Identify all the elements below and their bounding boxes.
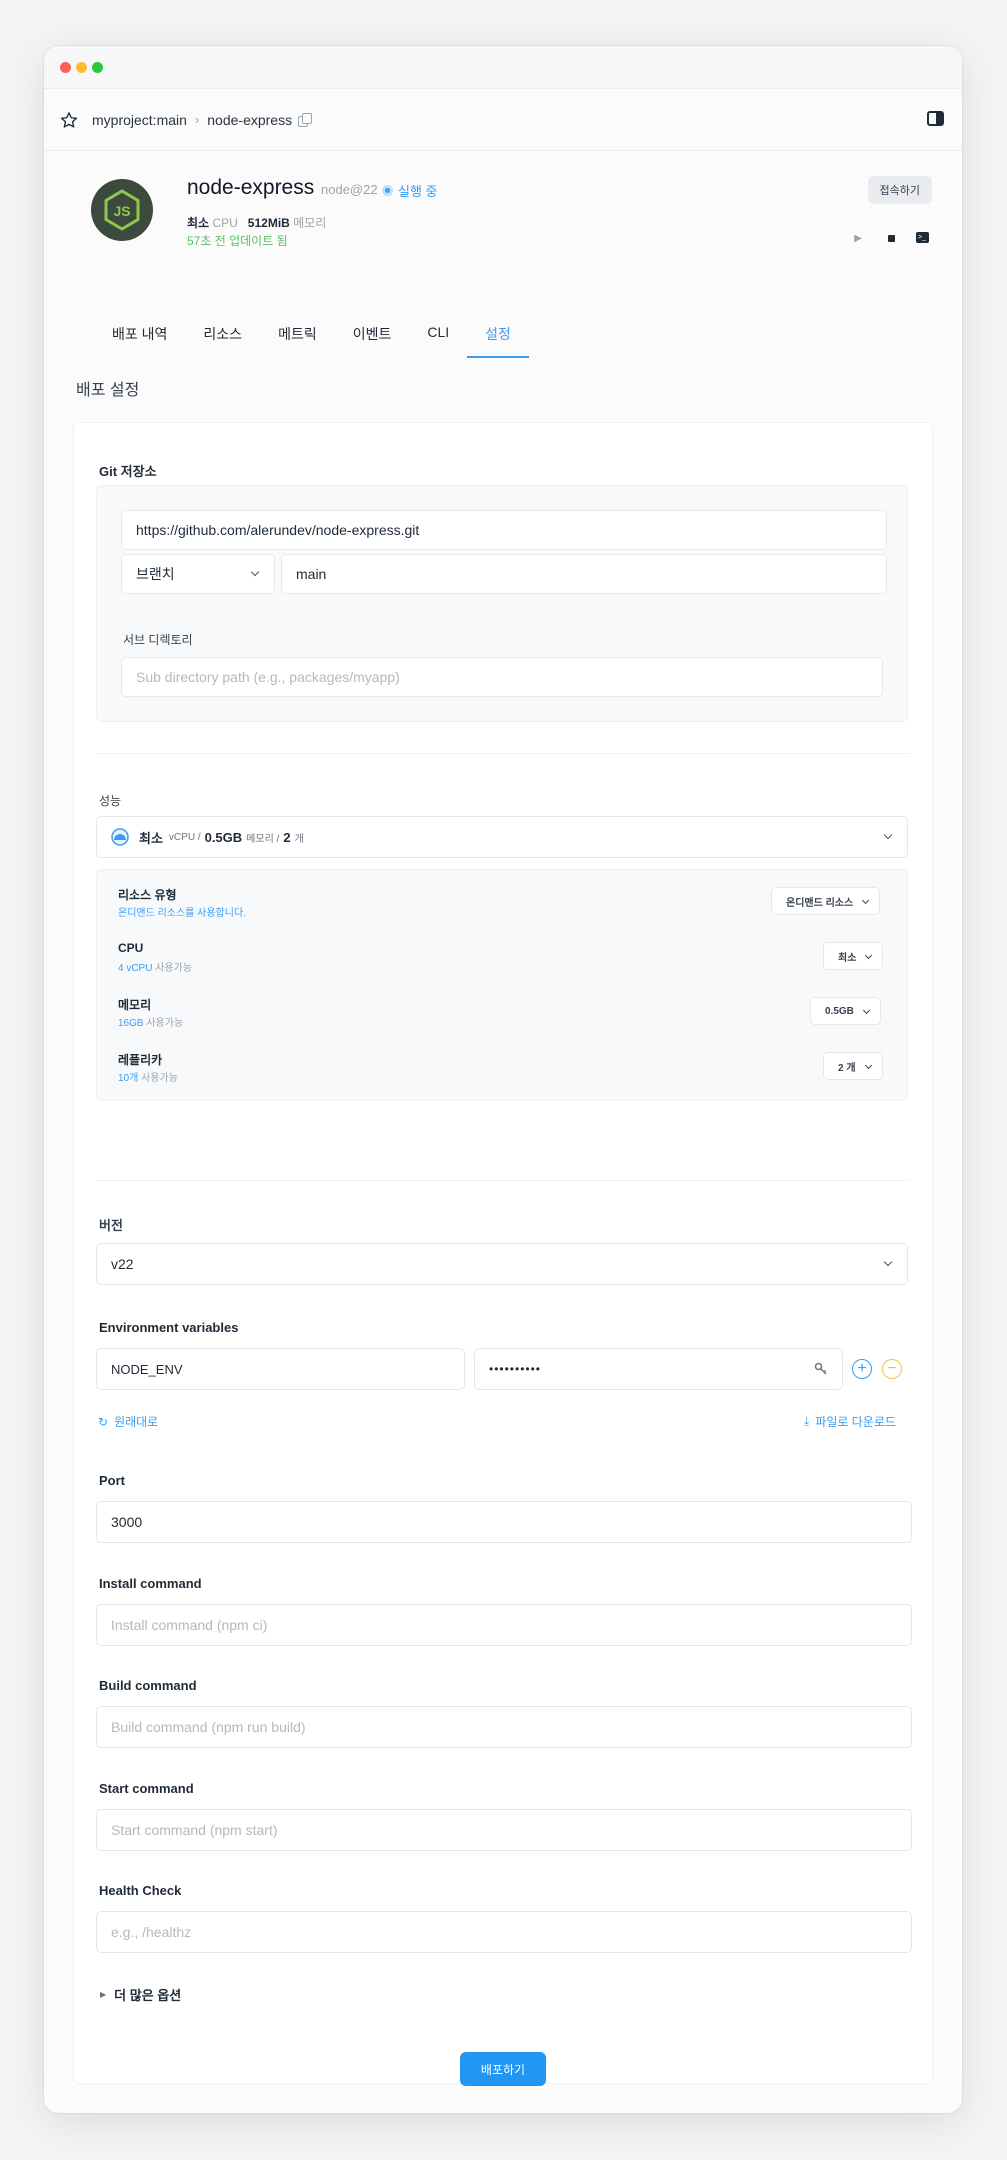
resource-type-desc: 온디맨드 리소스를 사용합니다.	[118, 908, 246, 919]
top-bar: myproject:main › node-express	[44, 89, 962, 151]
health-check-label: Health Check	[99, 1883, 182, 1898]
terminal-icon[interactable]: >_	[916, 232, 929, 243]
env-value-input[interactable]: ••••••••••	[474, 1348, 843, 1390]
gauge-icon	[111, 828, 129, 846]
replica-select[interactable]: 2 개	[823, 1052, 883, 1080]
divider	[96, 1180, 910, 1181]
status-badge: 실행 중	[382, 181, 438, 200]
breadcrumb-separator: ›	[194, 112, 200, 127]
git-label: Git 저장소	[99, 464, 157, 479]
version-select[interactable]: v22	[96, 1243, 908, 1285]
breadcrumb-service: node-express	[207, 111, 293, 128]
deploy-button[interactable]: 배포하기	[460, 2052, 546, 2086]
chevron-down-icon	[883, 830, 893, 840]
stop-icon[interactable]	[888, 235, 895, 242]
memory-label: 메모리	[118, 998, 152, 1012]
branch-input[interactable]: main	[281, 554, 887, 594]
port-input[interactable]: 3000	[96, 1501, 912, 1543]
tab-deploy-history[interactable]: 배포 내역	[94, 324, 185, 356]
env-key-input[interactable]: NODE_ENV	[96, 1348, 465, 1390]
download-env-button[interactable]: ⤓ 파일로 다운로드	[804, 1413, 896, 1430]
subdir-input[interactable]: Sub directory path (e.g., packages/myapp…	[121, 657, 883, 697]
build-label: Build command	[99, 1678, 197, 1693]
runtime-version: node@22	[321, 182, 378, 197]
more-options-toggle[interactable]: ▶ 더 많은 옵션	[100, 1985, 181, 2004]
subdir-label: 서브 디렉토리	[123, 633, 193, 647]
health-check-input[interactable]: e.g., /healthz	[96, 1911, 912, 1953]
memory-available: 16GB 사용가능	[118, 1018, 184, 1029]
cpu-label: CPU	[118, 941, 144, 955]
port-label: Port	[99, 1473, 125, 1488]
caret-right-icon: ▶	[100, 1990, 107, 1999]
repo-url-input[interactable]: https://github.com/alerundev/node-expres…	[121, 510, 887, 550]
settings-card: Git 저장소 https://github.com/alerundev/nod…	[74, 423, 932, 2086]
key-icon[interactable]	[814, 1362, 828, 1376]
cpu-available: 4 vCPU 사용가능	[118, 963, 193, 974]
replica-available: 10개 사용가능	[118, 1073, 178, 1084]
tab-bar: 배포 내역 리소스 메트릭 이벤트 CLI 설정	[94, 324, 529, 358]
star-icon[interactable]	[60, 111, 78, 129]
divider	[96, 753, 910, 754]
play-icon[interactable]: ▶	[854, 233, 862, 244]
tab-events[interactable]: 이벤트	[335, 324, 410, 356]
resource-type-label: 리소스 유형	[118, 888, 177, 902]
refresh-icon: ↻	[98, 1414, 109, 1429]
breadcrumb-project[interactable]: myproject:main	[92, 112, 187, 128]
build-command-input[interactable]: Build command (npm run build)	[96, 1706, 912, 1748]
close-window-button[interactable]	[60, 62, 71, 73]
nodejs-logo: JS	[91, 179, 153, 241]
git-box: https://github.com/alerundev/node-expres…	[96, 485, 908, 722]
version-label: 버전	[99, 1218, 123, 1233]
install-label: Install command	[99, 1576, 202, 1591]
chevron-down-icon	[862, 1006, 870, 1015]
tab-resources[interactable]: 리소스	[185, 324, 260, 356]
download-icon: ⤓	[804, 1414, 810, 1428]
performance-select[interactable]: 최소 vCPU / 0.5GB 메모리 / 2 개	[96, 816, 908, 858]
status-text: 실행 중	[398, 184, 438, 199]
resource-summary: 최소 CPU 512MiB 메모리	[187, 216, 327, 230]
app-window: myproject:main › node-express JS node-ex…	[44, 46, 962, 2113]
copy-icon[interactable]	[298, 113, 313, 127]
maximize-window-button[interactable]	[92, 62, 103, 73]
connect-button[interactable]: 접속하기	[867, 176, 932, 204]
start-command-input[interactable]: Start command (npm start)	[96, 1809, 912, 1851]
status-dot-icon	[382, 185, 393, 196]
service-name: node-express	[187, 176, 315, 199]
tab-metrics[interactable]: 메트릭	[260, 324, 335, 356]
resource-type-select[interactable]: 온디맨드 리소스	[771, 887, 881, 915]
minimize-window-button[interactable]	[76, 62, 87, 73]
performance-label: 성능	[99, 794, 122, 808]
section-title: 배포 설정	[76, 382, 140, 399]
chevron-down-icon	[250, 567, 260, 577]
chevron-down-icon	[865, 951, 873, 960]
chevron-down-icon	[883, 1257, 893, 1267]
updated-time: 57초 전 업데이트 됨	[187, 234, 288, 248]
panel-toggle-icon[interactable]	[927, 111, 944, 126]
remove-env-icon[interactable]: −	[882, 1359, 902, 1379]
env-label: Environment variables	[99, 1320, 239, 1335]
start-label: Start command	[99, 1781, 194, 1796]
branch-type-select[interactable]: 브랜치	[121, 554, 275, 594]
install-command-input[interactable]: Install command (npm ci)	[96, 1604, 912, 1646]
tab-settings[interactable]: 설정	[467, 324, 529, 358]
reset-env-button[interactable]: ↻ 원래대로	[98, 1413, 158, 1430]
cpu-select[interactable]: 최소	[823, 942, 884, 970]
tab-cli[interactable]: CLI	[409, 324, 467, 356]
svg-text:JS: JS	[113, 203, 130, 219]
title-bar	[44, 46, 962, 89]
chevron-down-icon	[862, 896, 870, 905]
chevron-down-icon	[864, 1061, 872, 1070]
add-env-icon[interactable]: +	[852, 1359, 872, 1379]
memory-select[interactable]: 0.5GB	[810, 997, 881, 1025]
replica-label: 레플리카	[118, 1053, 163, 1067]
